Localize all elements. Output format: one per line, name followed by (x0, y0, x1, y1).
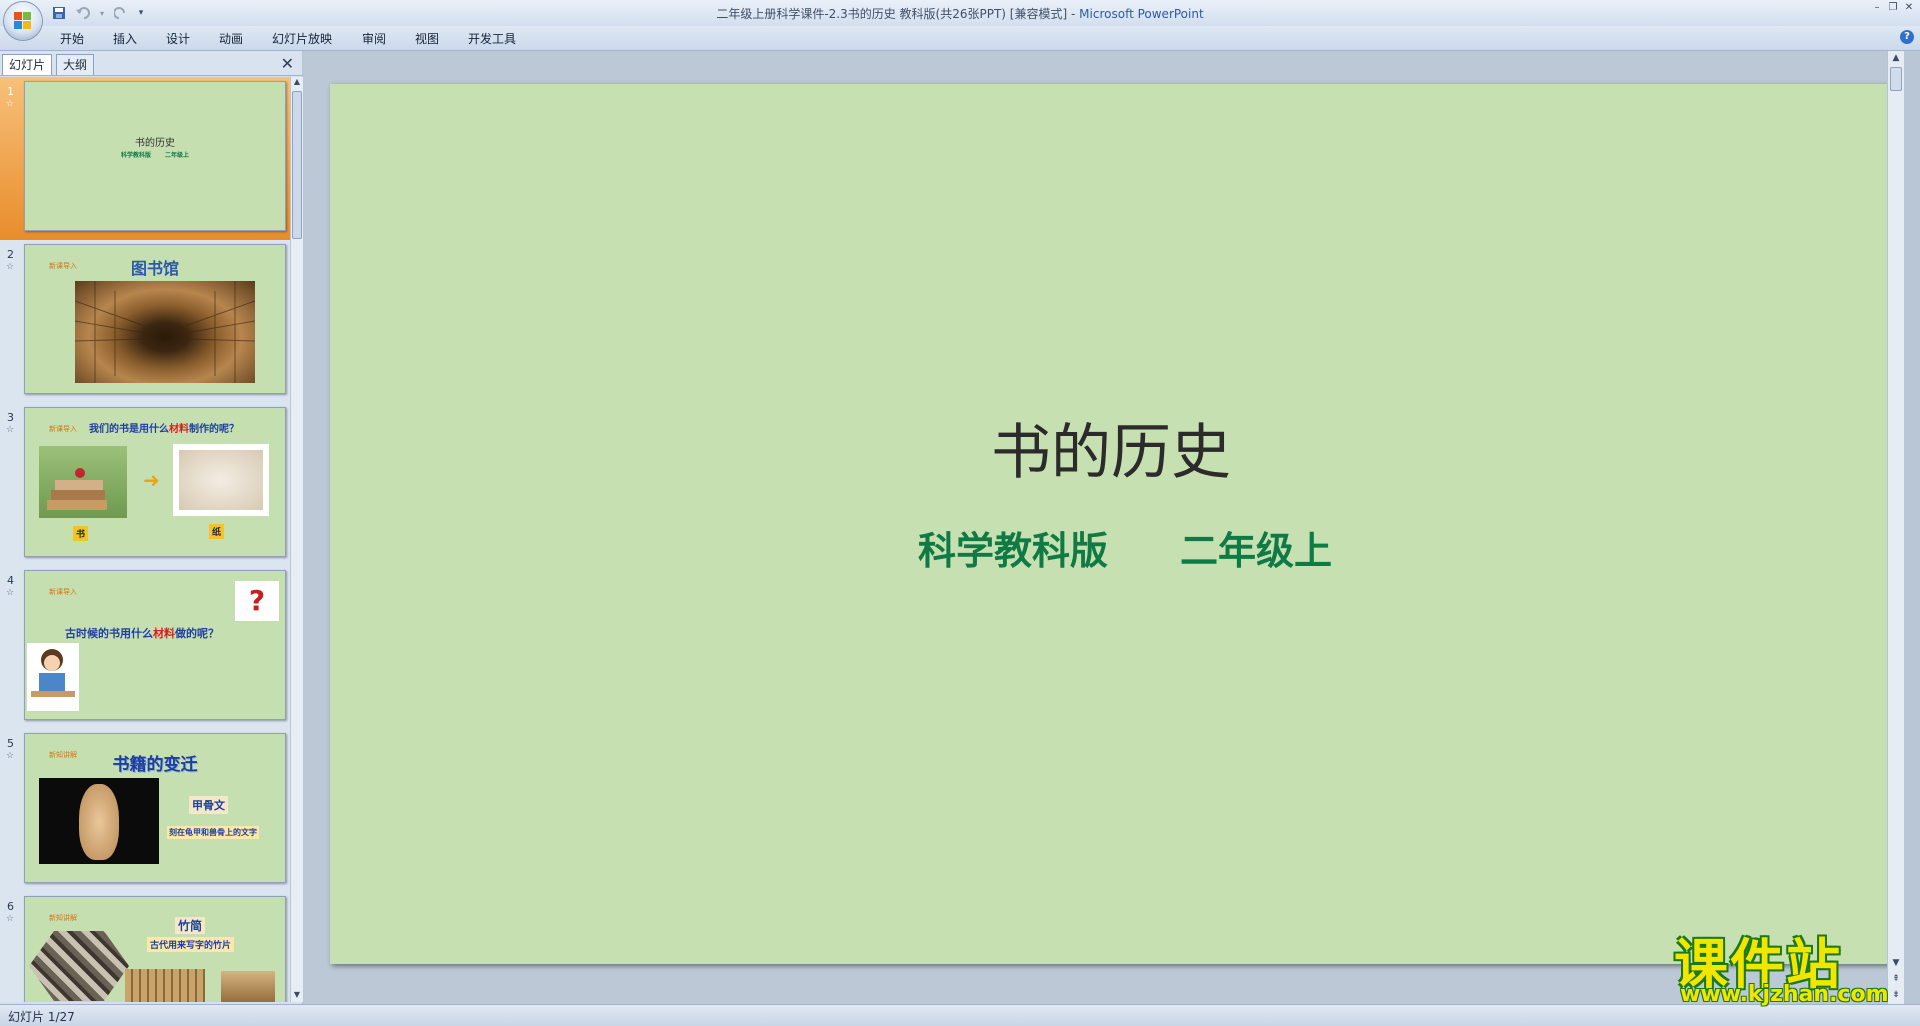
question-highlight: 材料 (153, 627, 175, 640)
tab-view[interactable]: 视图 (415, 30, 439, 47)
thumb-title: 书籍的变迁 (112, 755, 198, 775)
document-title: 二年级上册科学课件-2.3书的历史 教科版(共26张PPT) [兼容模式] (716, 7, 1068, 21)
thumb-subtitle-right: 二年级上 (165, 152, 190, 159)
animation-icon: ☆ (6, 262, 15, 272)
scroll-down-icon[interactable]: ▼ (291, 990, 303, 1002)
title-bar: ▾ ▾ 二年级上册科学课件-2.3书的历史 教科版(共26张PPT) [兼容模式… (0, 0, 1920, 26)
slide-counter: 幻灯片 1/27 (8, 1010, 75, 1024)
question-highlight: 材料 (169, 424, 189, 435)
question-text: 我们的书是用什么 (89, 424, 169, 435)
thumb-label-book: 书 (73, 526, 89, 541)
thumb-question: 古时候的书用什么材料做的呢？ (65, 625, 219, 641)
slide-subtitle-right[interactable]: 二年级上 (1180, 520, 1332, 575)
scroll-up-icon[interactable]: ▲ (291, 77, 303, 89)
question-text-end: 制作的呢？ (189, 424, 239, 435)
thumbnail-canvas: 新课导入 我们的书是用什么材料制作的呢？ ➜ 书 纸 (24, 407, 286, 557)
thumb-tag: 新课导入 (49, 425, 77, 433)
thumbnail-canvas: 新课导入 ? 古时候的书用什么材料做的呢？ (24, 570, 286, 720)
slides-pane: 幻灯片 大纲 ✕ 1 ☆ 书的历史 科学教科版 二年级上 2 ☆ 新课导入 图书… (0, 51, 303, 1004)
current-slide[interactable]: 书的历史 科学教科版 二年级上 (330, 84, 1892, 964)
thumbnail-scrollbar[interactable]: ▲ ▼ (290, 77, 303, 1002)
thumb-title: 图书馆 (130, 259, 179, 278)
tab-outline[interactable]: 大纲 (56, 54, 95, 75)
tab-home[interactable]: 开始 (60, 30, 84, 47)
slide-number: 4 (7, 574, 14, 587)
animation-icon: ☆ (6, 751, 15, 761)
scroll-up-icon[interactable]: ▲ (1888, 53, 1904, 63)
watermark-logo: 课件站 www.kjzhan.com (1670, 920, 1910, 1010)
thumb-title: 竹简 (175, 917, 206, 934)
thumbnail-canvas: 新知讲解 竹简 古代用来写字的竹片 (24, 896, 286, 1002)
close-icon[interactable]: ✕ (1902, 2, 1916, 14)
status-bar: 幻灯片 1/27 (0, 1004, 1920, 1026)
thumb-title: 书的历史 (135, 138, 175, 149)
scroll-thumb[interactable] (292, 91, 302, 239)
bamboo-slips-image (125, 969, 205, 1002)
thumb-subtitle-left: 科学教科版 (121, 152, 152, 159)
animation-icon: ☆ (6, 425, 15, 435)
minimize-icon[interactable]: – (1870, 2, 1884, 14)
slide-thumbnail[interactable]: 1 ☆ 书的历史 科学教科版 二年级上 (0, 77, 290, 240)
thumb-label: 甲骨文 (189, 796, 228, 814)
slide-number: 3 (7, 411, 14, 424)
slide-thumbnail[interactable]: 3 ☆ 新课导入 我们的书是用什么材料制作的呢？ ➜ 书 纸 (0, 403, 290, 566)
thumbnail-canvas: 书的历史 科学教科版 二年级上 (24, 81, 286, 231)
question-text: 古时候的书用什么 (65, 627, 153, 640)
question-text-end: 做的呢？ (175, 627, 219, 640)
slide-subtitle-left[interactable]: 科学教科版 (918, 520, 1108, 575)
thumb-label-paper: 纸 (209, 524, 225, 539)
slide-thumbnail[interactable]: 4 ☆ 新课导入 ? 古时候的书用什么材料做的呢？ (0, 566, 290, 729)
arrow-right-icon: ➜ (143, 468, 160, 492)
restore-icon[interactable]: ❐ (1886, 2, 1900, 14)
thumbnail-canvas: 新知讲解 书籍的变迁 甲骨文 刻在龟甲和兽骨上的文字 (24, 733, 286, 883)
tab-design[interactable]: 设计 (166, 30, 190, 47)
tab-insert[interactable]: 插入 (113, 30, 137, 47)
question-mark-icon: ? (235, 581, 279, 621)
office-logo-icon (14, 12, 32, 30)
slide-thumbnail[interactable]: 5 ☆ 新知讲解 书籍的变迁 甲骨文 刻在龟甲和兽骨上的文字 (0, 729, 290, 892)
oracle-bone-image (39, 778, 159, 864)
close-pane-icon[interactable]: ✕ (281, 54, 294, 73)
library-image (74, 281, 256, 383)
thumb-tag: 新知讲解 (49, 914, 77, 922)
books-image (39, 446, 127, 518)
thumbnail-canvas: 新课导入 图书馆 (24, 244, 286, 394)
tab-review[interactable]: 审阅 (362, 30, 386, 47)
thumb-tag: 新课导入 (49, 588, 77, 596)
thumb-desc: 古代用来写字的竹片 (147, 937, 235, 952)
animation-icon: ☆ (6, 588, 15, 598)
tab-developer[interactable]: 开发工具 (468, 30, 516, 47)
slide-number: 5 (7, 737, 14, 750)
slide-thumbnail[interactable]: 2 ☆ 新课导入 图书馆 (0, 240, 290, 403)
slide-title[interactable]: 书的历史 (330, 404, 1892, 491)
tab-slideshow[interactable]: 幻灯片放映 (272, 30, 332, 47)
slide-number: 2 (7, 248, 14, 261)
tab-slides[interactable]: 幻灯片 (2, 54, 53, 75)
animation-icon: ☆ (6, 914, 15, 924)
slide-number: 6 (7, 900, 14, 913)
student-image (27, 643, 79, 711)
thumb-desc: 刻在龟甲和兽骨上的文字 (167, 826, 259, 839)
office-button[interactable] (4, 2, 42, 40)
slide-thumbnail[interactable]: 6 ☆ 新知讲解 竹简 古代用来写字的竹片 (0, 892, 290, 1002)
slide-edit-area: 书的历史 科学教科版 二年级上 ▲ ▼ ⇞ ⇟ (304, 51, 1904, 1004)
tab-animations[interactable]: 动画 (219, 30, 243, 47)
bamboo-texture-image (29, 931, 129, 1001)
scroll-thumb[interactable] (1890, 67, 1902, 91)
app-name: Microsoft PowerPoint (1079, 7, 1204, 21)
bamboo-scroll-image (221, 971, 275, 1002)
thumb-question: 我们的书是用什么材料制作的呢？ (89, 420, 239, 435)
help-icon[interactable]: ? (1900, 30, 1914, 44)
ribbon-tabs: 开始 插入 设计 动画 幻灯片放映 审阅 视图 开发工具 ? (0, 26, 1920, 51)
slide-thumbnails: 1 ☆ 书的历史 科学教科版 二年级上 2 ☆ 新课导入 图书馆 3 ☆ 新课导… (0, 77, 290, 1002)
watermark-url: www.kjzhan.com (1680, 982, 1889, 1007)
slide-number: 1 (7, 85, 14, 98)
window-title: 二年级上册科学课件-2.3书的历史 教科版(共26张PPT) [兼容模式] - … (716, 7, 1204, 21)
paper-image (173, 444, 269, 516)
slide-scrollbar[interactable]: ▲ ▼ ⇞ ⇟ (1887, 51, 1904, 1004)
animation-icon: ☆ (6, 99, 15, 109)
